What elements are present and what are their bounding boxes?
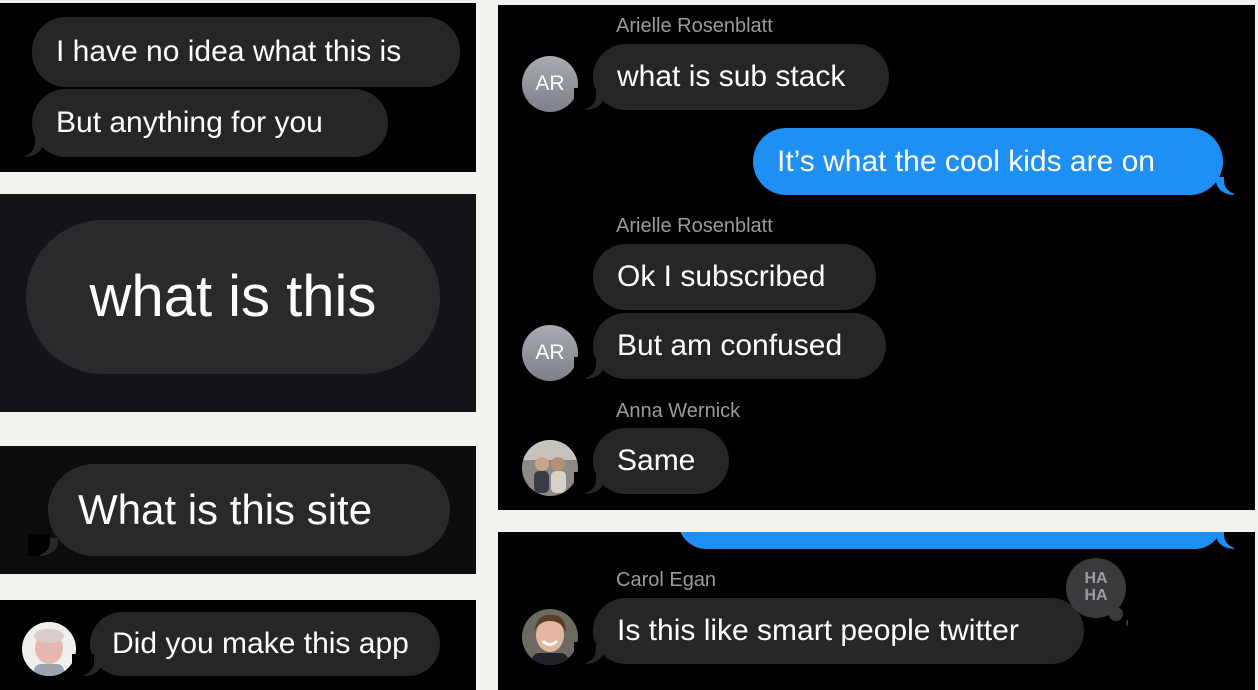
message-text: what is sub stack xyxy=(617,60,846,93)
bubble-tail xyxy=(13,135,43,157)
message-text: What is this site xyxy=(78,486,373,533)
person-photo-icon xyxy=(522,609,578,665)
bubble-tail xyxy=(574,642,604,664)
screenshot-panel-4: Did you make this app xyxy=(0,600,476,690)
message-text: what is this xyxy=(89,264,377,329)
message-bubble[interactable]: But am confused xyxy=(593,313,886,379)
message-text: But anything for you xyxy=(56,106,323,139)
bubble-tail xyxy=(574,472,604,494)
message-bubble[interactable]: what is sub stack xyxy=(593,44,889,110)
message-text: Ok I subscribed xyxy=(617,260,826,293)
message-text: It’s what the cool kids are on xyxy=(777,144,1155,178)
sender-name: Arielle Rosenblatt xyxy=(616,15,773,37)
bubble-tail xyxy=(574,88,604,110)
person-photo-icon xyxy=(22,622,76,676)
sent-message-bubble[interactable] xyxy=(678,532,1223,549)
sender-name: Carol Egan xyxy=(616,569,717,591)
avatar-initials: AR xyxy=(535,341,565,364)
sender-name: Arielle Rosenblatt xyxy=(616,215,773,237)
contact-avatar[interactable] xyxy=(522,609,578,665)
contact-avatar[interactable]: AR xyxy=(522,56,578,112)
avatar-initials: AR xyxy=(535,72,565,95)
sent-message-bubble[interactable]: It’s what the cool kids are on xyxy=(753,128,1223,195)
message-bubble[interactable]: But anything for you xyxy=(32,89,388,157)
reaction-text: HA HA xyxy=(1084,570,1108,604)
group-photo-icon xyxy=(522,440,578,496)
bubble-tail xyxy=(1216,532,1246,549)
message-bubble[interactable]: Did you make this app xyxy=(90,612,440,676)
screenshot-panel-5: Arielle Rosenblatt AR what is sub stack … xyxy=(498,5,1255,510)
message-text: I have no idea what this is xyxy=(56,35,402,68)
screenshot-panel-6: Carol Egan Is this like smart people twi… xyxy=(498,532,1255,690)
bubble-tail xyxy=(28,534,58,556)
contact-avatar[interactable] xyxy=(22,622,76,676)
message-bubble[interactable]: I have no idea what this is xyxy=(32,17,460,87)
message-bubble[interactable]: Is this like smart people twitter xyxy=(593,598,1084,664)
message-bubble[interactable]: what is this xyxy=(26,220,440,374)
screenshot-panel-3: What is this site xyxy=(0,446,476,574)
message-bubble[interactable]: Ok I subscribed xyxy=(593,244,876,310)
bubble-tail xyxy=(72,654,102,676)
message-text: Same xyxy=(617,444,696,477)
screenshot-panel-2: what is this xyxy=(0,194,476,412)
message-text: Did you make this app xyxy=(112,627,409,660)
message-bubble[interactable]: What is this site xyxy=(48,464,450,556)
sender-name: Anna Wernick xyxy=(616,400,741,422)
message-text: Is this like smart people twitter xyxy=(617,614,1019,647)
message-text: But am confused xyxy=(617,329,843,362)
bubble-tail xyxy=(1216,173,1246,195)
contact-avatar[interactable] xyxy=(522,440,578,496)
bubble-tail xyxy=(574,357,604,379)
message-bubble[interactable]: Same xyxy=(593,428,729,494)
haha-tapback-reaction[interactable]: HA HA xyxy=(1064,556,1134,627)
contact-avatar[interactable]: AR xyxy=(522,325,578,381)
screenshot-panel-1: I have no idea what this is But anything… xyxy=(0,3,476,172)
